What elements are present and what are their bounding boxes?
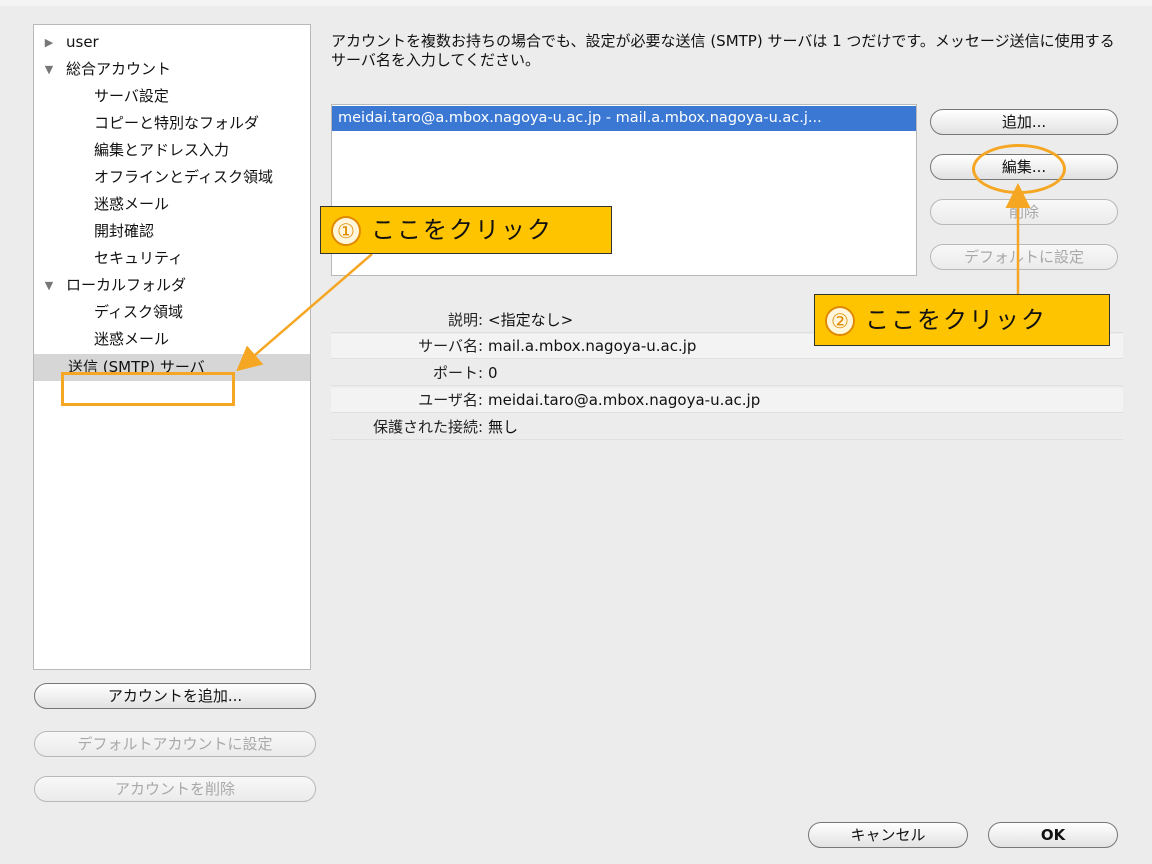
annotation-arrows	[236, 183, 1031, 372]
callout-number: ②	[825, 306, 855, 336]
callout-1: ① ここをクリック	[320, 206, 612, 254]
arrow-to-smtp-item	[236, 253, 373, 372]
callout-2: ② ここをクリック	[814, 294, 1110, 346]
edit-button-highlight	[972, 144, 1066, 194]
callout-number: ①	[331, 216, 361, 246]
callout-text: ここをクリック	[865, 306, 1047, 334]
callout-text: ここをクリック	[371, 216, 553, 244]
